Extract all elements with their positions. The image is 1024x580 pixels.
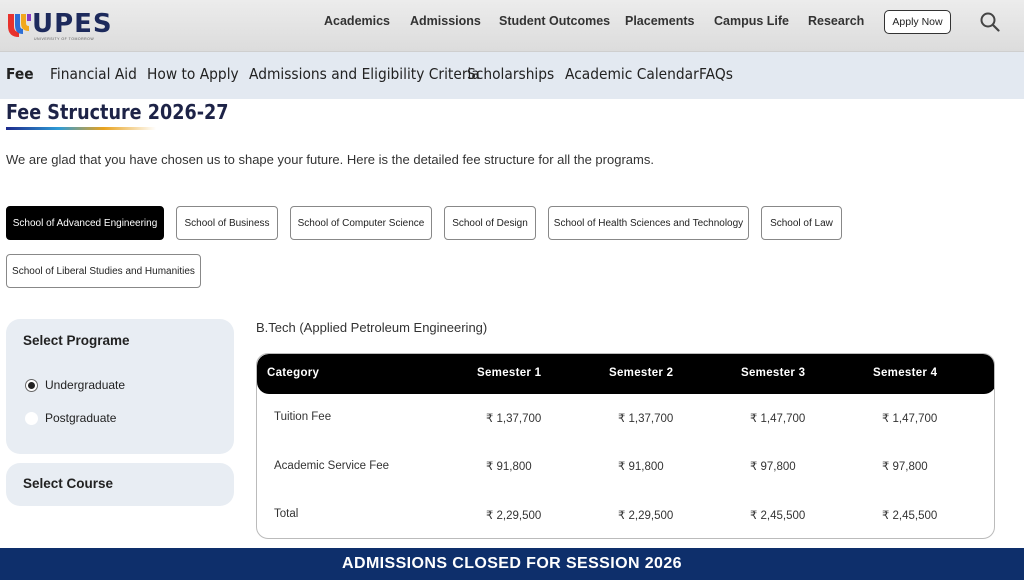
school-tab-computer-science[interactable]: School of Computer Science [290, 206, 432, 240]
table-cell: ₹ 1,37,700 [618, 413, 674, 425]
search-icon[interactable] [980, 12, 1000, 32]
table-row-label: Total [274, 508, 299, 520]
top-navigation-bar: UPES UNIVERSITY OF TOMORROW Academics Ad… [0, 0, 1024, 52]
radio-postgraduate-label: Postgraduate [45, 411, 117, 425]
table-cell: ₹ 2,29,500 [486, 510, 542, 522]
radio-undergraduate-label: Undergraduate [45, 378, 126, 392]
subnav-how-to-apply[interactable]: How to Apply [147, 65, 239, 83]
header-semester-1: Semester 1 [477, 367, 542, 379]
school-tab-health-sciences[interactable]: School of Health Sciences and Technology [548, 206, 749, 240]
radio-selected-icon[interactable] [25, 378, 38, 392]
intro-text: We are glad that you have chosen us to s… [6, 152, 654, 167]
header-semester-3: Semester 3 [741, 367, 806, 379]
fee-table-header: Category Semester 1 Semester 2 Semester … [257, 354, 994, 394]
table-cell: ₹ 2,29,500 [618, 510, 674, 522]
nav-academics[interactable]: Academics [324, 14, 390, 28]
table-cell: ₹ 91,800 [618, 461, 664, 473]
nav-student-outcomes[interactable]: Student Outcomes [499, 14, 610, 28]
admissions-closed-banner: ADMISSIONS CLOSED FOR SESSION 2026 [0, 548, 1024, 580]
radio-unselected-icon[interactable] [25, 411, 38, 425]
fee-sub-navigation: Fee Financial Aid How to Apply Admission… [0, 52, 1024, 99]
header-semester-4: Semester 4 [873, 367, 938, 379]
nav-research[interactable]: Research [808, 14, 864, 28]
school-tab-advanced-engineering[interactable]: School of Advanced Engineering [6, 206, 164, 240]
select-program-panel: Select Programe Undergraduate Postgradua… [6, 319, 234, 454]
table-cell: ₹ 1,47,700 [882, 413, 938, 425]
nav-admissions[interactable]: Admissions [410, 14, 481, 28]
subnav-academic-calendar[interactable]: Academic Calendar [565, 65, 699, 83]
radio-undergraduate[interactable]: Undergraduate [25, 378, 125, 392]
school-tab-law[interactable]: School of Law [761, 206, 842, 240]
nav-campus-life[interactable]: Campus Life [714, 14, 789, 28]
school-tab-design[interactable]: School of Design [444, 206, 536, 240]
subnav-fee[interactable]: Fee [6, 65, 34, 83]
header-semester-2: Semester 2 [609, 367, 674, 379]
header-category: Category [267, 367, 320, 379]
fee-table: Category Semester 1 Semester 2 Semester … [256, 353, 995, 539]
banner-text: ADMISSIONS CLOSED FOR SESSION 2026 [342, 555, 682, 572]
title-underline [6, 127, 156, 130]
school-tab-business[interactable]: School of Business [176, 206, 278, 240]
subnav-scholarships[interactable]: Scholarships [467, 65, 554, 83]
upes-logo[interactable]: UPES UNIVERSITY OF TOMORROW [6, 10, 112, 42]
program-name: B.Tech (Applied Petroleum Engineering) [256, 320, 488, 335]
subnav-financial-aid[interactable]: Financial Aid [50, 65, 137, 83]
table-cell: ₹ 1,47,700 [750, 413, 806, 425]
select-course-title: Select Course [23, 476, 114, 491]
table-cell: ₹ 97,800 [882, 461, 928, 473]
nav-placements[interactable]: Placements [625, 14, 694, 28]
school-tab-liberal-studies[interactable]: School of Liberal Studies and Humanities [6, 254, 201, 288]
table-cell: ₹ 1,37,700 [486, 413, 542, 425]
radio-postgraduate[interactable]: Postgraduate [25, 411, 116, 425]
table-cell: ₹ 91,800 [486, 461, 532, 473]
brand-tagline: UNIVERSITY OF TOMORROW [34, 37, 95, 41]
table-row-label: Tuition Fee [274, 411, 332, 423]
page-title: Fee Structure 2026-27 [6, 100, 229, 124]
brand-name: UPES [32, 9, 113, 39]
select-program-title: Select Programe [23, 333, 130, 348]
apply-now-button[interactable]: Apply Now [884, 10, 951, 34]
subnav-admissions-eligibility[interactable]: Admissions and Eligibility Criteria [249, 65, 480, 83]
select-course-panel[interactable]: Select Course [6, 463, 234, 506]
table-row-label: Academic Service Fee [274, 460, 390, 472]
table-cell: ₹ 2,45,500 [882, 510, 938, 522]
logo-mark-icon [8, 14, 31, 37]
subnav-faqs[interactable]: FAQs [699, 65, 733, 83]
table-cell: ₹ 97,800 [750, 461, 796, 473]
table-cell: ₹ 2,45,500 [750, 510, 806, 522]
